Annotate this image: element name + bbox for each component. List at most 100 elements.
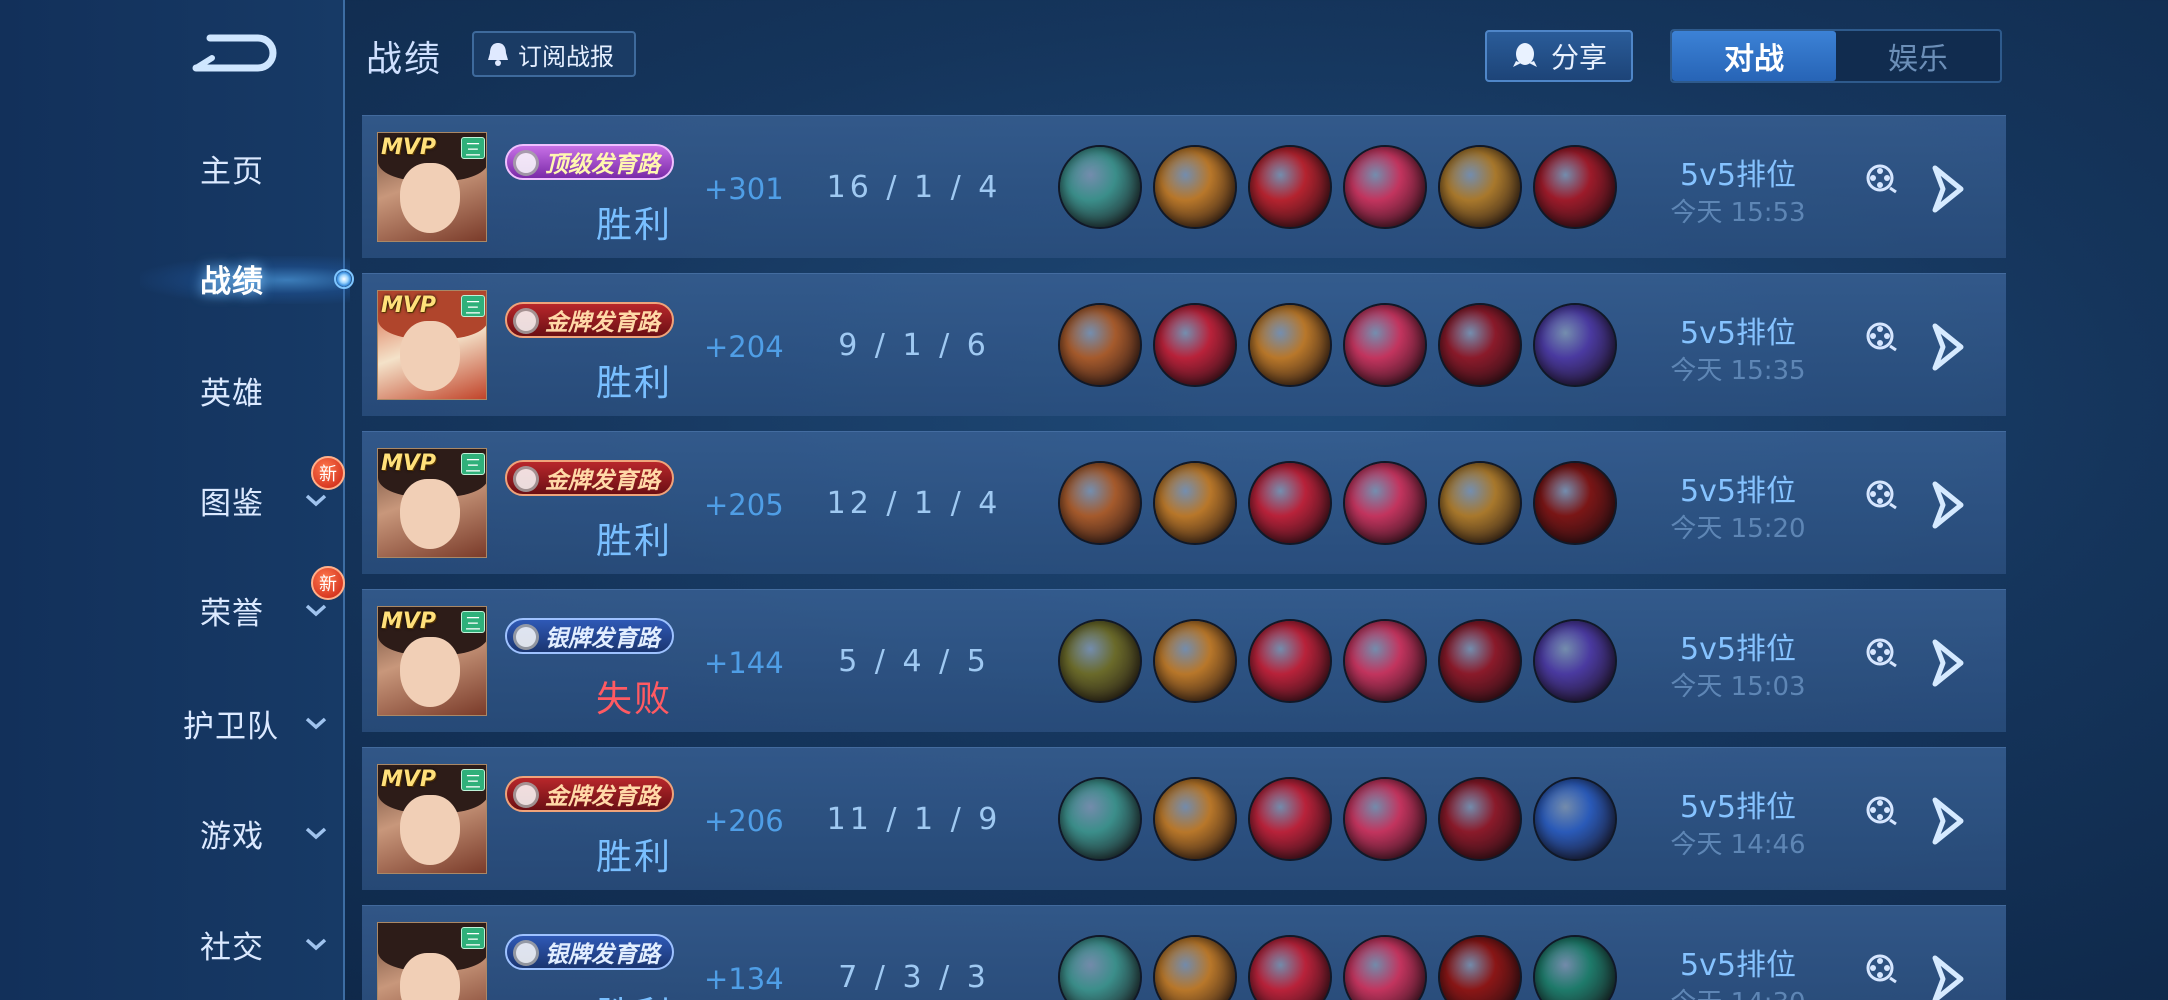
match-row[interactable]: MVP 三 银牌发育路 失败 +144 5 / 4 / 5 5v5排位 今天 1…	[362, 589, 2006, 732]
chevron-right-icon[interactable]	[1927, 952, 1973, 1000]
match-mode: 5v5排位	[1680, 948, 1796, 983]
equipment-item-icon	[1438, 145, 1522, 229]
equipment-item-icon	[1153, 777, 1237, 861]
equipment-list	[1058, 777, 1617, 861]
active-indicator-icon	[334, 269, 354, 289]
match-result: 失败	[595, 679, 672, 720]
match-row[interactable]: MVP 三 金牌发育路 胜利 +204 9 / 1 / 6 5v5排位 今天 1…	[362, 273, 2006, 416]
chevron-right-icon[interactable]	[1927, 636, 1973, 690]
equipment-item-icon	[1153, 303, 1237, 387]
match-row[interactable]: MVP 三 顶级发育路 胜利 +301 16 / 1 / 4 5v5排位 今天 …	[362, 115, 2006, 258]
sidebar-item-home[interactable]: 主页	[0, 138, 345, 198]
sidebar-item-social[interactable]: 社交	[0, 914, 345, 974]
equipment-item-icon	[1343, 461, 1427, 545]
score-delta: +206	[704, 804, 784, 838]
avatar-face	[400, 795, 460, 865]
sidebar-item-honor[interactable]: 荣誉 新	[0, 566, 345, 640]
sidebar: 主页 战绩 英雄 图鉴 新 荣誉 新 护卫队 游戏 社交	[0, 0, 354, 1000]
tab-entertainment[interactable]: 娱乐	[1836, 31, 2000, 81]
hero-avatar: MVP 三	[377, 448, 487, 558]
chevron-right-icon[interactable]	[1927, 320, 1973, 374]
qq-share-icon	[1512, 43, 1537, 67]
match-row[interactable]: MVP 三 金牌发育路 胜利 +205 12 / 1 / 4 5v5排位 今天 …	[362, 431, 2006, 574]
avatar-face	[400, 163, 460, 233]
chevron-down-icon	[305, 938, 327, 951]
equipment-item-icon	[1058, 303, 1142, 387]
mvp-badge: MVP	[381, 451, 437, 476]
rank-title: 银牌发育路	[545, 942, 660, 968]
chevron-down-icon	[305, 827, 327, 840]
match-row[interactable]: MVP 三 金牌发育路 胜利 +206 11 / 1 / 9 5v5排位 今天 …	[362, 747, 2006, 890]
avatar-face	[400, 321, 460, 391]
chevron-right-icon[interactable]	[1927, 162, 1973, 216]
equipment-list	[1058, 619, 1617, 703]
equipment-item-icon	[1438, 777, 1522, 861]
replay-icon[interactable]	[1864, 320, 1898, 354]
equipment-item-icon	[1153, 145, 1237, 229]
equipment-item-icon	[1343, 777, 1427, 861]
match-mode: 5v5排位	[1680, 632, 1796, 667]
share-button[interactable]: 分享	[1485, 30, 1633, 82]
avatar-face	[400, 953, 460, 1000]
equipment-item-icon	[1533, 935, 1617, 1000]
rank-title-badge: 银牌发育路	[505, 618, 674, 654]
match-mode: 5v5排位	[1680, 158, 1796, 193]
rank-title-badge: 金牌发育路	[505, 776, 674, 812]
score-delta: +204	[704, 330, 784, 364]
equipment-list	[1058, 935, 1617, 1000]
equipment-item-icon	[1058, 619, 1142, 703]
replay-icon[interactable]	[1864, 478, 1898, 512]
sidebar-item-records[interactable]: 战绩	[0, 248, 354, 308]
score-delta: +205	[704, 488, 784, 522]
lane-badge: 三	[461, 611, 485, 633]
equipment-item-icon	[1438, 619, 1522, 703]
replay-icon[interactable]	[1864, 636, 1898, 670]
new-badge: 新	[311, 566, 345, 600]
equipment-list	[1058, 145, 1617, 229]
replay-icon[interactable]	[1864, 162, 1898, 196]
chevron-down-icon	[305, 494, 327, 507]
chevron-right-icon[interactable]	[1927, 794, 1973, 848]
equipment-list	[1058, 461, 1617, 545]
equipment-item-icon	[1153, 935, 1237, 1000]
equipment-item-icon	[1343, 935, 1427, 1000]
share-label: 分享	[1550, 41, 1607, 74]
mvp-badge: MVP	[381, 135, 437, 160]
bell-icon	[488, 43, 508, 66]
match-result: 胜利	[595, 837, 672, 878]
mvp-badge: MVP	[381, 767, 437, 792]
tab-battle[interactable]: 对战	[1672, 31, 1836, 81]
equipment-item-icon	[1248, 619, 1332, 703]
equipment-item-icon	[1058, 461, 1142, 545]
subscribe-report-button[interactable]: 订阅战报	[472, 31, 636, 77]
replay-icon[interactable]	[1864, 952, 1898, 986]
match-time: 今天 14:30	[1618, 982, 1858, 1000]
equipment-item-icon	[1248, 935, 1332, 1000]
sidebar-item-label: 社交	[200, 929, 264, 966]
kda: 5 / 4 / 5	[838, 644, 990, 679]
sidebar-item-heroes[interactable]: 英雄	[0, 360, 345, 420]
equipment-item-icon	[1343, 619, 1427, 703]
equipment-item-icon	[1058, 935, 1142, 1000]
sidebar-item-guard[interactable]: 护卫队	[0, 693, 345, 753]
match-row[interactable]: 三 银牌发育路 胜利 +134 7 / 3 / 3 5v5排位 今天 14:30	[362, 905, 2006, 1000]
lane-badge: 三	[461, 295, 485, 317]
sidebar-item-label: 荣誉	[200, 595, 264, 632]
rank-title: 金牌发育路	[545, 310, 660, 336]
equipment-item-icon	[1153, 619, 1237, 703]
hero-avatar: MVP 三	[377, 606, 487, 716]
hero-avatar: 三	[377, 922, 487, 1000]
back-arrow-icon[interactable]	[190, 28, 280, 78]
sidebar-item-games[interactable]: 游戏	[0, 803, 345, 863]
equipment-item-icon	[1343, 145, 1427, 229]
rank-emblem-icon	[513, 466, 539, 492]
lane-badge: 三	[461, 927, 485, 949]
sidebar-item-codex[interactable]: 图鉴 新	[0, 456, 345, 530]
hero-avatar: MVP 三	[377, 290, 487, 400]
rank-emblem-icon	[513, 624, 539, 650]
replay-icon[interactable]	[1864, 794, 1898, 828]
equipment-item-icon	[1153, 461, 1237, 545]
equipment-item-icon	[1058, 777, 1142, 861]
chevron-right-icon[interactable]	[1927, 478, 1973, 532]
mvp-badge: MVP	[381, 609, 437, 634]
